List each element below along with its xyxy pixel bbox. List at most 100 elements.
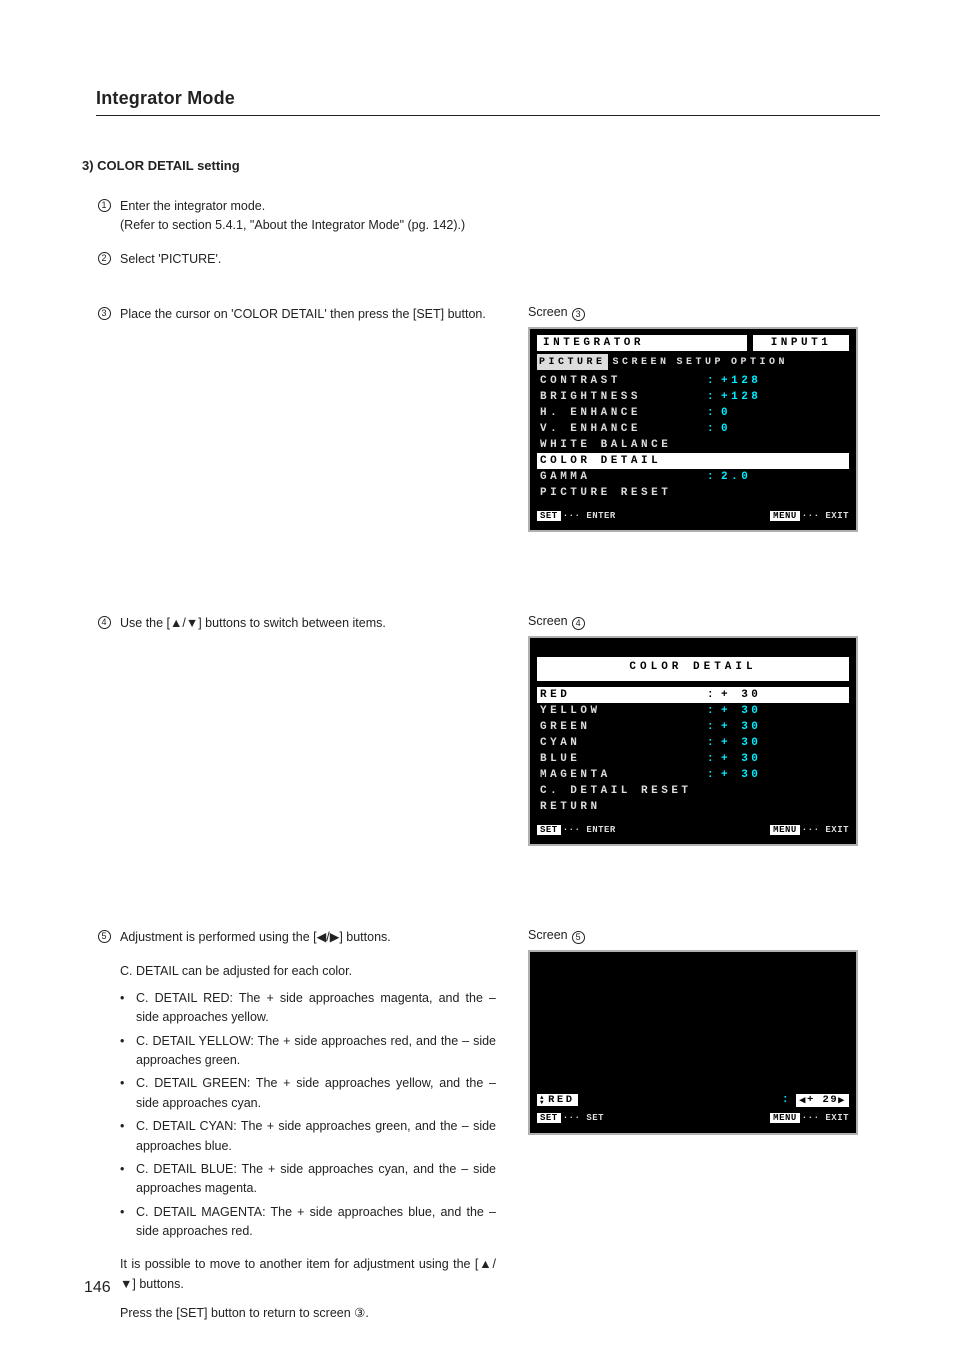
osd4-item-label: C. DETAIL RESET: [537, 785, 692, 797]
osd3-tab-screen[interactable]: SCREEN: [611, 354, 672, 370]
osd4-item-colon: :: [707, 705, 721, 717]
step-number-5: 5: [98, 930, 111, 943]
osd4-item-label: CYAN: [537, 737, 707, 749]
screen-5-num: 5: [572, 931, 585, 944]
page-title: Integrator Mode: [96, 88, 880, 116]
step-number-3: 3: [98, 307, 111, 320]
step-1-text: Enter the integrator mode.: [120, 199, 265, 213]
osd4-footer-left-label: ENTER: [586, 825, 616, 835]
osd5-item-label: RED: [548, 1094, 574, 1106]
step-5: 5 Adjustment is performed using the [◀/▶…: [96, 928, 496, 947]
osd3-item-value: 2.0: [721, 471, 831, 483]
section-heading: 3) COLOR DETAIL setting: [82, 158, 880, 173]
osd3-tab-setup[interactable]: SETUP: [675, 354, 727, 370]
osd4-item[interactable]: C. DETAIL RESET: [537, 783, 849, 799]
step-5-bullet-text: C. DETAIL GREEN: The + side approaches y…: [136, 1074, 496, 1113]
osd3-item-colon: :: [707, 391, 721, 403]
step-5-bullet: •C. DETAIL CYAN: The + side approaches g…: [120, 1117, 496, 1156]
step-5-para1: It is possible to move to another item f…: [120, 1255, 496, 1294]
osd5-footer-left-label: SET: [586, 1113, 604, 1123]
step-5-bullet: •C. DETAIL RED: The + side approaches ma…: [120, 989, 496, 1028]
osd3-title-left: INTEGRATOR: [537, 335, 747, 351]
step-4-text: Use the [▲/▼] buttons to switch between …: [120, 616, 386, 630]
osd3-item[interactable]: V. ENHANCE: 0: [537, 421, 849, 437]
osd4-item-value: + 30: [721, 689, 831, 701]
osd3-item[interactable]: CONTRAST:+128: [537, 373, 849, 389]
osd3-tab-option[interactable]: OPTION: [729, 354, 790, 370]
osd3-item-label: CONTRAST: [537, 375, 707, 387]
osd3-item[interactable]: GAMMA: 2.0: [537, 469, 849, 485]
step-5-bullet-text: C. DETAIL MAGENTA: The + side approaches…: [136, 1203, 496, 1242]
osd4-footer-right-btn: MENU: [770, 825, 800, 835]
osd4-item[interactable]: RED:+ 30: [537, 687, 849, 703]
screen-4-label: Screen 4: [528, 614, 868, 628]
osd3-item[interactable]: PICTURE RESET: [537, 485, 849, 501]
osd4-item-value: + 30: [721, 753, 831, 765]
osd3-footer: SET··· ENTER MENU··· EXIT: [537, 507, 849, 523]
step-4: 4 Use the [▲/▼] buttons to switch betwee…: [96, 614, 496, 633]
osd3-item[interactable]: WHITE BALANCE: [537, 437, 849, 453]
osd3-footer-right-label: EXIT: [825, 511, 849, 521]
osd3-item-label: H. ENHANCE: [537, 407, 707, 419]
updown-icon: ▲▼: [540, 1095, 546, 1105]
osd3-tab-picture[interactable]: PICTURE: [537, 354, 608, 370]
osd5-value-text: + 29: [807, 1094, 838, 1106]
step-5-bullet-text: C. DETAIL BLUE: The + side approaches cy…: [136, 1160, 496, 1199]
osd3-item-colon: :: [707, 375, 721, 387]
osd4-item-colon: :: [707, 737, 721, 749]
step-5-bullet: •C. DETAIL MAGENTA: The + side approache…: [120, 1203, 496, 1242]
osd3-item[interactable]: COLOR DETAIL: [537, 453, 849, 469]
osd3-item-label: WHITE BALANCE: [537, 439, 671, 451]
osd3-tabs[interactable]: PICTURE SCREEN SETUP OPTION: [537, 354, 849, 370]
step-2: 2 Select 'PICTURE'.: [96, 250, 880, 269]
bullet-dot-icon: •: [120, 989, 130, 1028]
osd3-item-colon: :: [707, 471, 721, 483]
osd3-item[interactable]: H. ENHANCE: 0: [537, 405, 849, 421]
osd5-item[interactable]: ▲▼ RED: [537, 1094, 578, 1106]
bullet-dot-icon: •: [120, 1203, 130, 1242]
osd3-footer-right-btn: MENU: [770, 511, 800, 521]
osd4-item[interactable]: YELLOW:+ 30: [537, 703, 849, 719]
osd3-item-label: V. ENHANCE: [537, 423, 707, 435]
osd3-item-value: 0: [721, 407, 831, 419]
osd5-footer-right-label: EXIT: [825, 1113, 849, 1123]
osd3-item[interactable]: BRIGHTNESS:+128: [537, 389, 849, 405]
step-5-bullet: •C. DETAIL GREEN: The + side approaches …: [120, 1074, 496, 1113]
screen-label-prefix-4: Screen: [528, 614, 568, 628]
osd3-item-label: BRIGHTNESS: [537, 391, 707, 403]
step-5-bullet: •C. DETAIL BLUE: The + side approaches c…: [120, 1160, 496, 1199]
osd4-item-value: + 30: [721, 721, 831, 733]
step-5-para2: Press the [SET] button to return to scre…: [120, 1304, 496, 1323]
osd4-item-value: + 30: [721, 705, 831, 717]
step-5-bullet-text: C. DETAIL RED: The + side approaches mag…: [136, 989, 496, 1028]
osd4-item-colon: :: [707, 753, 721, 765]
screen-5-label: Screen 5: [528, 928, 868, 942]
osd4-item[interactable]: RETURN: [537, 799, 849, 815]
bullet-dot-icon: •: [120, 1074, 130, 1113]
bullet-dot-icon: •: [120, 1160, 130, 1199]
osd4-item-value: + 30: [721, 737, 831, 749]
step-5-bullet: •C. DETAIL YELLOW: The + side approaches…: [120, 1032, 496, 1071]
osd4-item-colon: :: [707, 689, 721, 701]
osd4-item[interactable]: GREEN:+ 30: [537, 719, 849, 735]
osd4-footer-right-label: EXIT: [825, 825, 849, 835]
osd4-item[interactable]: BLUE:+ 30: [537, 751, 849, 767]
osd4-item[interactable]: MAGENTA:+ 30: [537, 767, 849, 783]
screen-label-prefix-5: Screen: [528, 928, 568, 942]
osd3-item-colon: :: [707, 423, 721, 435]
osd3-item-value: +128: [721, 375, 831, 387]
osd3-item-colon: :: [707, 407, 721, 419]
osd3-footer-left-btn: SET: [537, 511, 561, 521]
osd3-item-label: PICTURE RESET: [537, 487, 671, 499]
osd4-item-label: YELLOW: [537, 705, 707, 717]
step-5-intro: C. DETAIL can be adjusted for each color…: [120, 962, 496, 981]
osd4-footer: SET··· ENTER MENU··· EXIT: [537, 821, 849, 837]
osd4-item-colon: :: [707, 769, 721, 781]
step-5-bullet-text: C. DETAIL CYAN: The + side approaches gr…: [136, 1117, 496, 1156]
osd4-item-label: MAGENTA: [537, 769, 707, 781]
osd5-colon: :: [782, 1094, 792, 1106]
screen-3-label: Screen 3: [528, 305, 868, 319]
osd5-value[interactable]: ◀ + 29 ▶: [796, 1094, 849, 1107]
osd3-item-value: +128: [721, 391, 831, 403]
osd4-item[interactable]: CYAN:+ 30: [537, 735, 849, 751]
